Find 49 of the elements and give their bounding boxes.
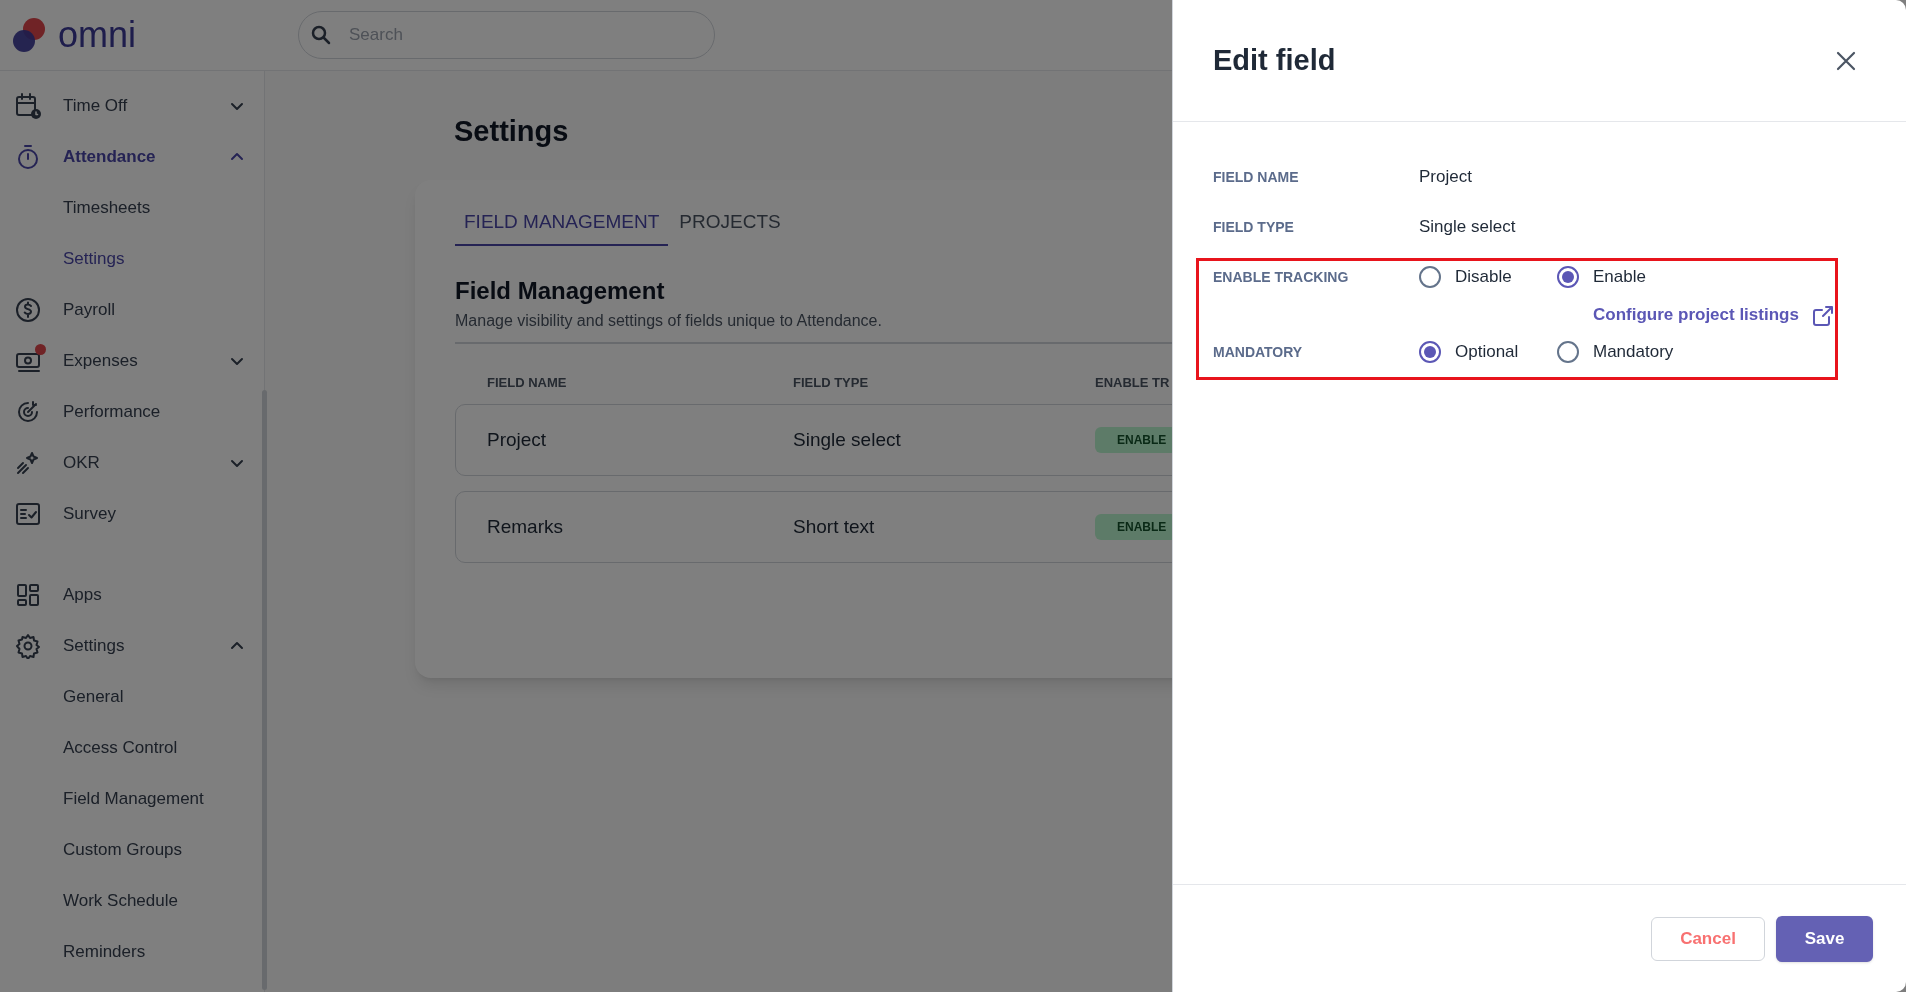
settings-icon <box>15 632 41 659</box>
sidebar-item[interactable]: Time Off <box>0 80 264 131</box>
sidebar-item[interactable]: Attendance <box>0 131 264 182</box>
sparkle-icon <box>15 449 41 476</box>
table-cell: Remarks <box>487 515 563 537</box>
radio-button[interactable] <box>1557 341 1579 363</box>
column-header: FIELD NAME <box>487 375 567 390</box>
radio-option[interactable]: Disable <box>1419 264 1557 290</box>
sidebar-subitem[interactable]: Timesheets <box>0 182 264 233</box>
column-header: FIELD TYPE <box>793 375 869 390</box>
section-description: Manage visibility and settings of fields unique to Attendance. <box>455 311 882 331</box>
page-title: Settings <box>454 114 570 149</box>
field-label: FIELD NAME <box>1213 167 1300 187</box>
external-link-icon <box>1810 303 1833 326</box>
radio-option[interactable]: Optional <box>1419 339 1557 365</box>
checklist-icon <box>15 500 41 527</box>
dollar-circle-icon <box>15 296 41 323</box>
radio-option[interactable]: Mandatory <box>1557 339 1695 365</box>
table-cell: Single select <box>793 428 901 450</box>
field-label: FIELD TYPE <box>1213 217 1295 237</box>
table-cell: Short text <box>793 515 875 537</box>
field-label: MANDATORY <box>1213 342 1304 362</box>
target-icon <box>15 398 41 425</box>
configure-link[interactable]: Configure project listings <box>1593 301 1833 328</box>
stopwatch-icon <box>15 143 41 170</box>
radio-button[interactable] <box>1419 266 1441 288</box>
close-icon <box>1836 50 1856 71</box>
field-value: Single select <box>1419 216 1516 239</box>
radio-button[interactable] <box>1557 266 1579 288</box>
sidebar-item[interactable]: Expenses <box>0 335 264 386</box>
panel-title: Edit field <box>1213 42 1336 78</box>
logo-icon <box>12 17 48 53</box>
logo-text: omni <box>58 17 137 53</box>
calendar-clock-icon <box>15 92 41 119</box>
table-cell: Project <box>487 428 547 450</box>
sidebar-subitem[interactable]: Settings <box>0 233 264 284</box>
field-value: Project <box>1419 166 1472 189</box>
section-title: Field Management <box>455 276 665 306</box>
column-header: ENABLE TR <box>1095 375 1170 390</box>
radio-button[interactable] <box>1419 341 1441 363</box>
field-label: ENABLE TRACKING <box>1213 267 1350 287</box>
tab[interactable]: PROJECTS <box>670 200 790 246</box>
radio-option[interactable]: Enable <box>1557 264 1695 290</box>
grid-icon <box>15 581 41 608</box>
sidebar-item[interactable]: Payroll <box>0 284 264 335</box>
search-icon <box>311 25 331 45</box>
cancel-button[interactable]: Cancel <box>1651 916 1765 961</box>
save-button[interactable]: Save <box>1776 915 1873 962</box>
tab[interactable]: FIELD MANAGEMENT <box>455 200 669 246</box>
